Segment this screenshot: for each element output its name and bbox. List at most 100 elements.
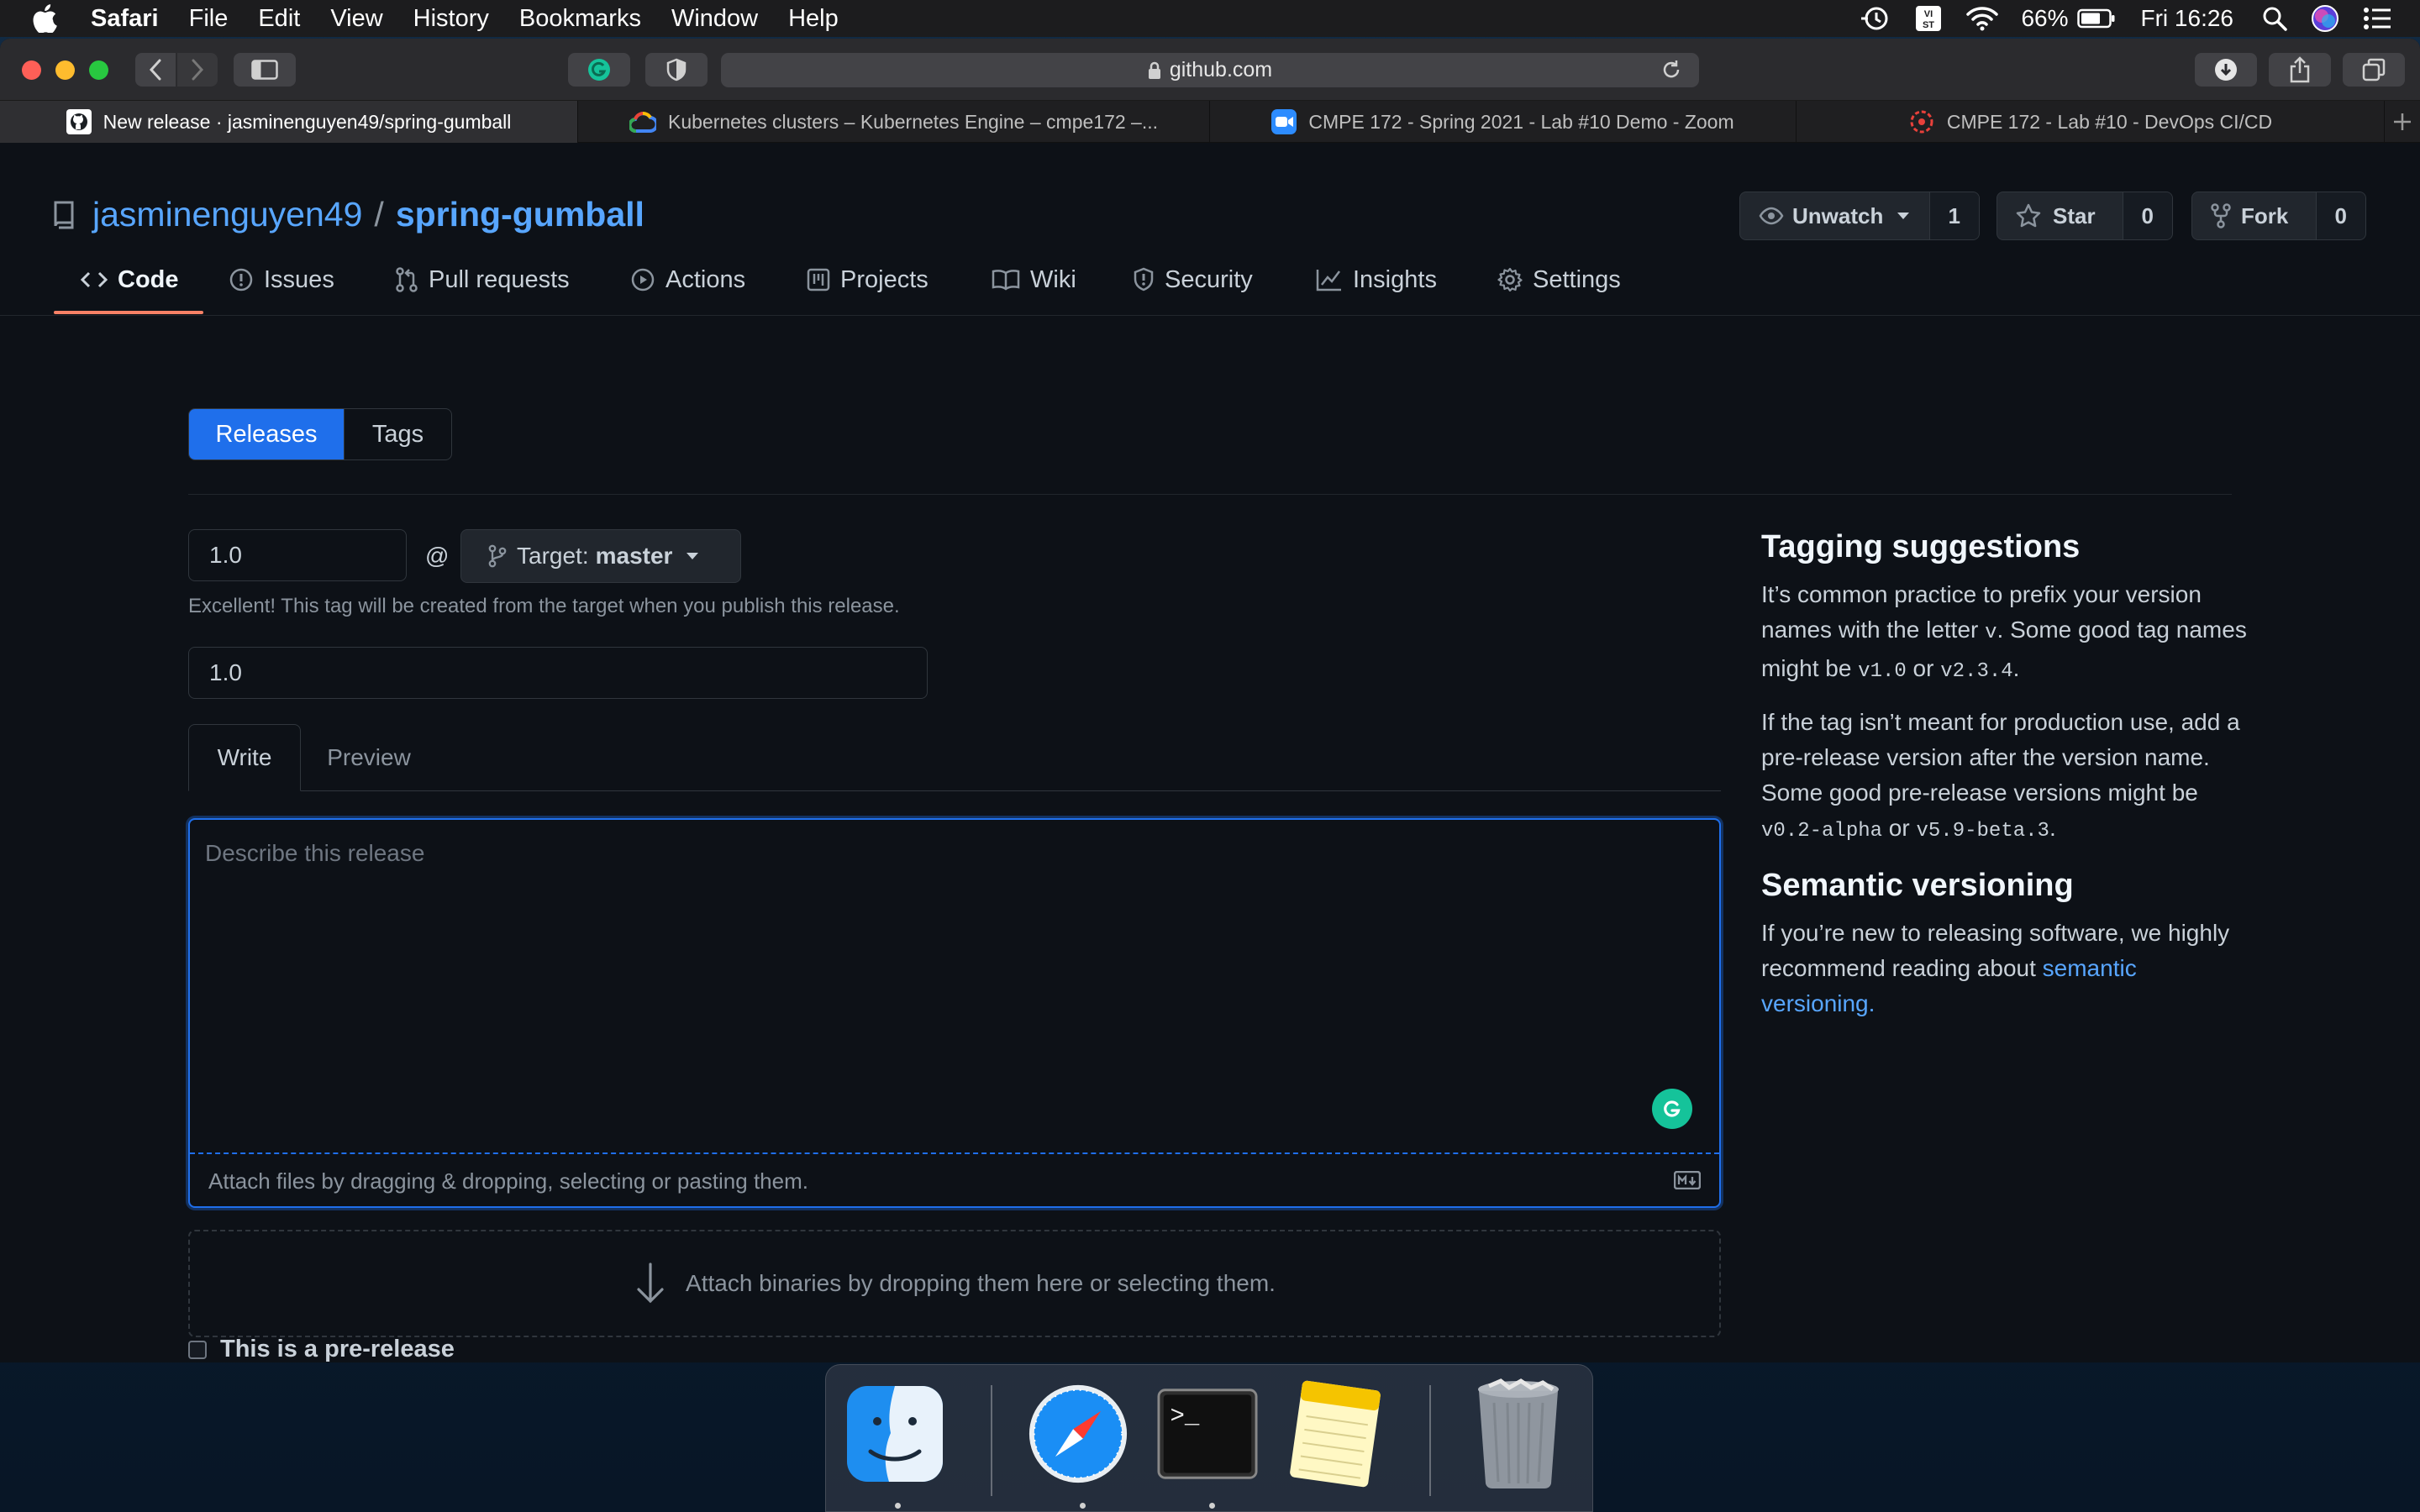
repo-owner-link[interactable]: jasminenguyen49: [92, 195, 362, 234]
browser-tab-new-release[interactable]: New release · jasminenguyen49/spring-gum…: [0, 101, 578, 143]
tag-hint-text: Excellent! This tag will be created from…: [188, 595, 900, 617]
battery-percent: 66%: [2021, 5, 2069, 31]
text: If you’re new to releasing software, we …: [1761, 920, 2230, 981]
preview-tab[interactable]: Preview: [314, 724, 424, 791]
target-branch-select[interactable]: Target: master: [460, 529, 741, 583]
reload-icon[interactable]: [1660, 59, 1682, 81]
browser-tab-zoom[interactable]: CMPE 172 - Spring 2021 - Lab #10 Demo - …: [1210, 101, 1797, 143]
semver-paragraph: If you’re new to releasing software, we …: [1761, 916, 2249, 1021]
tab-overview-button[interactable]: [2343, 53, 2405, 87]
markdown-icon[interactable]: [1674, 1171, 1701, 1189]
minimize-window-button[interactable]: [55, 60, 75, 80]
menu-clock[interactable]: Fri 16:26: [2141, 5, 2234, 32]
plus-icon: [2394, 113, 2411, 130]
tabs-icon: [2362, 58, 2386, 81]
tab-actions-label: Actions: [666, 265, 746, 293]
tab-insights[interactable]: Insights: [1316, 244, 1437, 316]
write-tab[interactable]: Write: [188, 724, 301, 791]
share-button[interactable]: [2269, 53, 2331, 87]
safari-icon[interactable]: [1028, 1383, 1128, 1484]
code-icon: [81, 270, 108, 289]
browser-tab-circleci[interactable]: CMPE 172 - Lab #10 - DevOps CI/CD: [1797, 101, 2385, 143]
spotlight-search-icon[interactable]: [2262, 6, 2287, 31]
unwatch-label: Unwatch: [1792, 202, 1884, 228]
text: If the tag isn’t meant for production us…: [1761, 709, 2240, 806]
tab-security[interactable]: Security: [1133, 244, 1253, 316]
pull-request-icon: [395, 266, 418, 293]
project-icon: [807, 268, 830, 291]
shield-icon: [666, 58, 687, 81]
releases-tags-subnav: Releases Tags: [188, 408, 452, 460]
forward-button[interactable]: [177, 53, 218, 87]
tab-settings[interactable]: Settings: [1497, 244, 1621, 316]
star-count[interactable]: 0: [2122, 192, 2172, 239]
attach-files-bar[interactable]: Attach files by dragging & dropping, sel…: [190, 1152, 1719, 1208]
address-bar[interactable]: github.com: [721, 53, 1699, 87]
tagging-suggestions-heading: Tagging suggestions: [1761, 529, 2081, 564]
tab-actions[interactable]: Actions: [630, 244, 745, 316]
sidebar-toggle-button[interactable]: [234, 53, 296, 87]
terminal-running-indicator: [1209, 1503, 1215, 1509]
close-window-button[interactable]: [22, 60, 41, 80]
code-v2-3-4: v2.3.4: [1940, 660, 2013, 683]
lock-icon: [1148, 61, 1160, 79]
tab-pull-requests[interactable]: Pull requests: [395, 244, 570, 316]
siri-icon[interactable]: [2311, 4, 2339, 33]
browser-toolbar: github.com: [0, 39, 2420, 101]
menu-file[interactable]: File: [189, 5, 229, 33]
browser-tab-kubernetes[interactable]: Kubernetes clusters – Kubernetes Engine …: [578, 101, 1210, 143]
google-cloud-icon: [629, 111, 656, 133]
releases-tab[interactable]: Releases: [189, 409, 344, 459]
dock-separator: [1429, 1385, 1431, 1496]
tag-version-input[interactable]: 1.0: [188, 529, 407, 581]
downloads-button[interactable]: [2195, 53, 2257, 87]
tab-code[interactable]: Code: [81, 244, 179, 316]
tab-wiki[interactable]: Wiki: [992, 244, 1076, 316]
star-button[interactable]: Star 0: [1996, 192, 2173, 240]
menu-history[interactable]: History: [413, 5, 489, 33]
apple-menu-icon[interactable]: [32, 3, 62, 34]
menu-view[interactable]: View: [330, 5, 382, 33]
prerelease-option[interactable]: This is a pre-release: [188, 1336, 455, 1362]
code-v: v: [1985, 622, 1997, 644]
menu-edit[interactable]: Edit: [258, 5, 300, 33]
zoom-window-button[interactable]: [89, 60, 108, 80]
new-tab-button[interactable]: [2385, 101, 2420, 143]
watch-count[interactable]: 1: [1928, 192, 1979, 239]
prerelease-checkbox[interactable]: [188, 1340, 207, 1359]
tab-code-label: Code: [118, 265, 179, 293]
chevron-right-icon: [192, 59, 204, 81]
menu-help[interactable]: Help: [788, 5, 839, 33]
menu-bookmarks[interactable]: Bookmarks: [519, 5, 641, 33]
fork-count[interactable]: 0: [2315, 192, 2365, 239]
book-icon: [992, 269, 1020, 291]
download-icon: [2215, 59, 2237, 81]
wifi-icon[interactable]: [1965, 6, 1999, 31]
grammarly-extension-button[interactable]: [568, 53, 630, 87]
tags-tab[interactable]: Tags: [344, 409, 451, 459]
notification-center-icon[interactable]: [2363, 7, 2391, 30]
tab-projects[interactable]: Projects: [807, 244, 929, 316]
tab-issues[interactable]: Issues: [229, 244, 334, 316]
terminal-icon[interactable]: >_: [1157, 1383, 1258, 1484]
attach-binaries-text: Attach binaries by dropping them here or…: [686, 1270, 1276, 1296]
release-title-input[interactable]: 1.0: [188, 647, 928, 699]
input-source-icon[interactable]: VI ST: [1915, 5, 1942, 32]
privacy-shield-button[interactable]: [645, 53, 708, 87]
time-machine-icon[interactable]: [1860, 5, 1891, 32]
menu-app-name[interactable]: Safari: [91, 5, 159, 33]
tab-wiki-label: Wiki: [1030, 265, 1076, 293]
finder-icon[interactable]: [844, 1383, 945, 1484]
menu-window[interactable]: Window: [671, 5, 758, 33]
attach-binaries-dropzone[interactable]: Attach binaries by dropping them here or…: [188, 1230, 1721, 1337]
repo-separator: /: [374, 195, 384, 234]
repo-name-link[interactable]: spring-gumball: [396, 195, 644, 234]
trash-icon[interactable]: [1468, 1378, 1569, 1488]
release-description-textarea[interactable]: [190, 820, 1719, 1151]
grammarly-button[interactable]: [1652, 1089, 1692, 1129]
fork-button[interactable]: Fork 0: [2191, 192, 2366, 240]
unwatch-button[interactable]: Unwatch 1: [1739, 192, 1980, 240]
notes-icon[interactable]: [1285, 1380, 1386, 1488]
back-button[interactable]: [135, 53, 176, 87]
battery-icon[interactable]: [2076, 8, 2116, 29]
